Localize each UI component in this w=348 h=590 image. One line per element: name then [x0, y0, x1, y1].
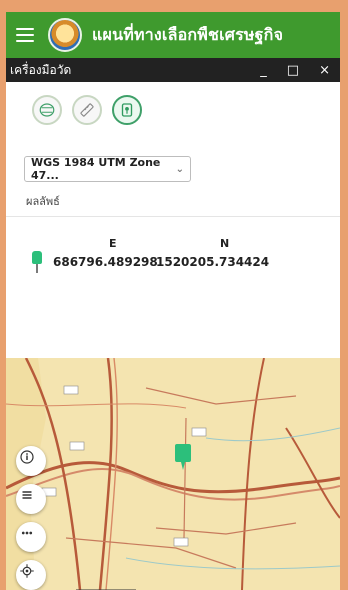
info-button[interactable] — [16, 446, 46, 476]
minimize-button[interactable]: _ — [260, 64, 267, 77]
hamburger-icon[interactable] — [16, 28, 34, 42]
layers-button[interactable] — [16, 484, 46, 514]
measure-location-button[interactable] — [112, 95, 142, 125]
right-frame — [340, 0, 348, 590]
measure-tool-row — [6, 82, 340, 138]
northing-value: 1520205.734424 — [156, 255, 270, 269]
info-icon — [20, 450, 34, 464]
window-controls: _ □ × — [260, 64, 330, 77]
result-label: ผลลัพธ์ — [26, 195, 60, 208]
easting-header: E — [109, 237, 117, 250]
projection-value: WGS 1984 UTM Zone 47... — [31, 156, 161, 182]
app-title: แผนที่ทางเลือกพืชเศรษฐกิจ — [92, 24, 284, 44]
map-canvas — [6, 358, 340, 590]
northing-header: N — [220, 237, 230, 250]
measure-panel-header: เครื่องมือวัด _ □ × — [6, 58, 340, 82]
crosshair-icon — [20, 564, 34, 578]
panel-title: เครื่องมือวัด — [10, 62, 72, 77]
locate-button[interactable] — [16, 560, 46, 590]
location-marker-icon — [32, 251, 42, 273]
map-view[interactable] — [6, 358, 340, 590]
chevron-down-icon: ⌄ — [175, 163, 184, 175]
maximize-button[interactable]: □ — [287, 64, 299, 77]
more-button[interactable] — [16, 522, 46, 552]
polygon-area-icon — [39, 103, 55, 117]
measure-distance-button[interactable] — [72, 95, 102, 125]
app-window: แผนที่ทางเลือกพืชเศรษฐกิจ เครื่องมือวัด … — [6, 12, 340, 590]
app-logo-icon — [48, 18, 82, 52]
location-pin-icon — [121, 103, 133, 117]
projection-select-wrap: WGS 1984 UTM Zone 47... ⌄ — [6, 138, 340, 182]
close-button[interactable]: × — [319, 64, 330, 77]
easting-value: 686796.489298 — [53, 255, 158, 269]
list-icon — [22, 491, 32, 499]
top-bar: แผนที่ทางเลือกพืชเศรษฐกิจ — [6, 12, 340, 58]
projection-select[interactable]: WGS 1984 UTM Zone 47... ⌄ — [24, 156, 191, 182]
ruler-icon — [80, 103, 94, 117]
measure-area-button[interactable] — [32, 95, 62, 125]
more-dots-icon — [21, 531, 33, 535]
coordinate-results: E N 686796.489298 1520205.734424 — [6, 217, 340, 343]
